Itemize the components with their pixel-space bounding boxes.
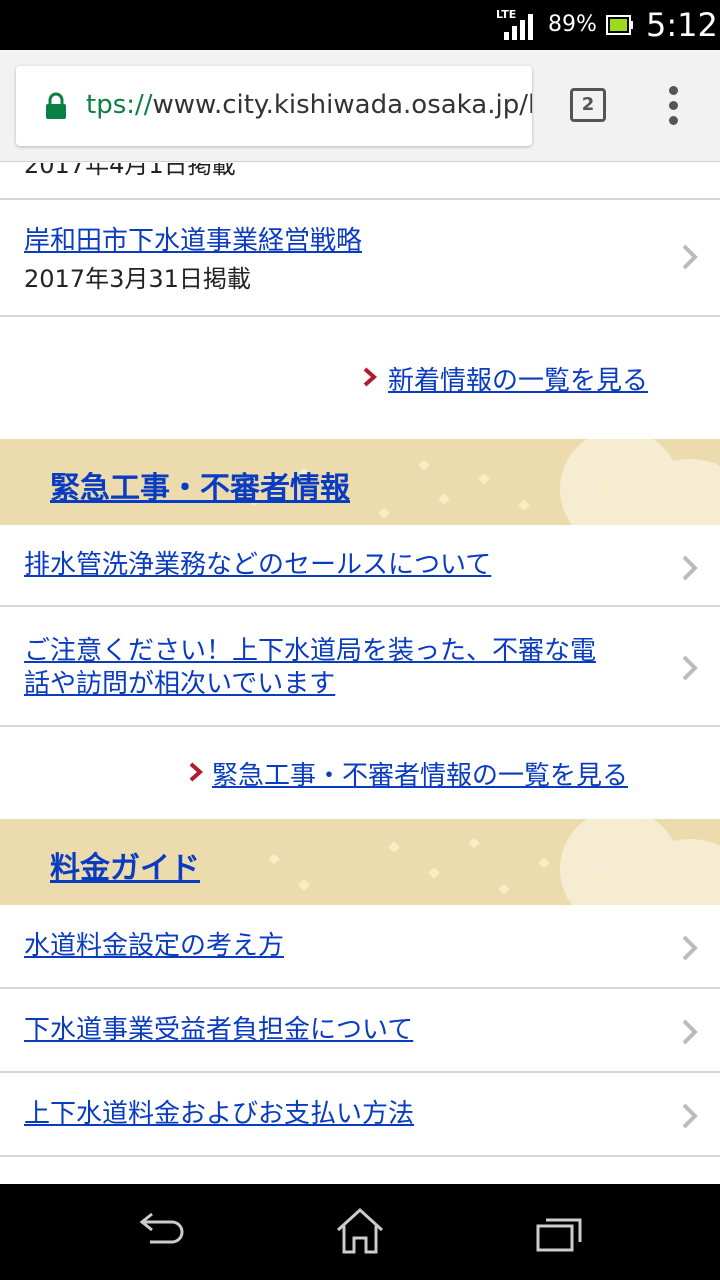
news-more-link[interactable]: 新着情報の一覧を見る (388, 360, 648, 397)
url-host: www.city.kishiwada.osaka.jp/l (152, 90, 532, 120)
emergency-item-link-line1[interactable]: ご注意ください！上下水道局を装った、不審な電 (24, 635, 596, 668)
address-bar[interactable]: tps://www.city.kishiwada.osaka.jp/l (16, 66, 532, 146)
divider (0, 725, 720, 727)
status-bar: LTE 89% 5:12 (0, 0, 720, 50)
recent-apps-icon[interactable] (530, 1206, 590, 1256)
battery-percent: 89% (548, 12, 597, 37)
divider (0, 315, 720, 317)
tab-switcher-button[interactable]: 2 (570, 88, 606, 122)
fees-item-link[interactable]: 上下水道料金およびお支払い方法 (24, 1098, 414, 1131)
url-text[interactable]: tps://www.city.kishiwada.osaka.jp/l (86, 90, 532, 120)
battery-icon (606, 15, 633, 35)
divider (0, 1071, 720, 1073)
url-scheme: tps:// (86, 90, 153, 120)
home-icon[interactable] (330, 1206, 390, 1256)
news-item-date: 2017年3月31日掲載 (24, 265, 251, 293)
news-item-link[interactable]: 岸和田市下水道事業経営戦略 (24, 225, 362, 258)
divider (0, 198, 720, 200)
chevron-right-icon (682, 655, 698, 681)
browser-toolbar: tps://www.city.kishiwada.osaka.jp/l 2 (0, 50, 720, 162)
chevron-right-icon (682, 1103, 698, 1129)
divider (0, 987, 720, 989)
chevron-right-icon (682, 244, 698, 270)
red-arrow-icon (189, 762, 204, 782)
lock-icon (46, 92, 66, 119)
overflow-menu-icon[interactable] (664, 86, 684, 126)
chevron-right-icon (682, 1019, 698, 1045)
section-header-fees: 料金ガイド (0, 819, 720, 905)
emergency-more-link[interactable]: 緊急工事・不審者情報の一覧を見る (212, 755, 628, 792)
section-title-emergency[interactable]: 緊急工事・不審者情報 (50, 463, 350, 507)
clock: 5:12 (646, 6, 718, 44)
divider (0, 1155, 720, 1157)
fees-item-link[interactable]: 水道料金設定の考え方 (24, 930, 284, 963)
divider (0, 605, 720, 607)
chevron-right-icon (682, 935, 698, 961)
section-title-fees[interactable]: 料金ガイド (50, 843, 200, 887)
navigation-bar (0, 1184, 720, 1280)
emergency-item-link[interactable]: 排水管洗浄業務などのセールスについて (24, 549, 491, 582)
chevron-right-icon (682, 555, 698, 581)
signal-icon (504, 14, 533, 40)
page-content[interactable]: 2017年4月1日掲載 岸和田市下水道事業経営戦略 2017年3月31日掲載 新… (0, 163, 720, 1184)
red-arrow-icon (363, 367, 378, 387)
section-header-emergency: 緊急工事・不審者情報 (0, 439, 720, 525)
fees-item-link[interactable]: 下水道事業受益者負担金について (24, 1014, 413, 1047)
emergency-item-link-line2[interactable]: 話や訪問が相次いでいます (24, 668, 335, 701)
back-icon[interactable] (130, 1206, 190, 1256)
cut-off-date: 2017年4月1日掲載 (24, 163, 236, 179)
